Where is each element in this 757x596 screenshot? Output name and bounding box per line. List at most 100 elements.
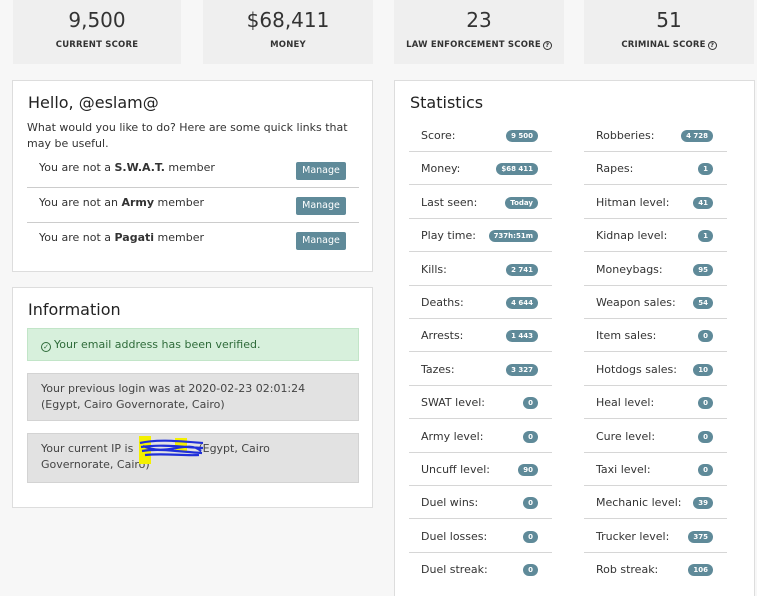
stat-label: Score: bbox=[421, 129, 456, 142]
membership-row-army: You are not an Army member Manage bbox=[27, 189, 359, 223]
money-label: MONEY bbox=[270, 40, 306, 50]
stat-label: Trucker level: bbox=[596, 529, 670, 543]
stat-label: Money: bbox=[421, 162, 461, 176]
help-icon[interactable]: ? bbox=[707, 41, 717, 50]
stat-value-badge: Today bbox=[505, 196, 538, 209]
stat-value-badge: 0 bbox=[523, 564, 538, 577]
stat-value-badge: 95 bbox=[693, 263, 713, 276]
stat-label: Weapon sales: bbox=[596, 296, 676, 309]
information-title: Information bbox=[28, 300, 121, 319]
membership-text: You are not a Pagati member bbox=[39, 231, 204, 244]
stat-label: Arrests: bbox=[421, 329, 464, 343]
stat-label: Mechanic level: bbox=[596, 496, 682, 510]
stat-value-badge: 41 bbox=[693, 196, 713, 209]
email-verified-alert: ✓ Your email address has been verified. bbox=[27, 328, 359, 361]
stat-card-law-enforcement-score: 23 LAW ENFORCEMENT SCORE? bbox=[394, 0, 564, 64]
stat-label: Taxi level: bbox=[596, 463, 651, 476]
stat-row: Hitman level: 41 bbox=[584, 186, 727, 219]
stat-value-badge: 1 bbox=[698, 230, 713, 243]
stat-row: Duel wins: 0 bbox=[409, 486, 552, 520]
stat-row: Moneybags: 95 bbox=[584, 253, 727, 286]
greeting-intro: What would you like to do? Here are some… bbox=[27, 121, 348, 150]
stat-value-badge: 106 bbox=[688, 564, 713, 577]
stat-row: Uncuff level: 90 bbox=[409, 453, 552, 486]
stat-label: Army level: bbox=[421, 429, 484, 443]
membership-row-swat: You are not a S.W.A.T. member Manage bbox=[27, 154, 359, 188]
check-circle-icon: ✓ bbox=[41, 342, 51, 352]
stat-value-badge: 0 bbox=[698, 430, 713, 443]
stat-row: Play time: 737h:51m bbox=[409, 219, 552, 253]
stat-row: Taxi level: 0 bbox=[584, 453, 727, 486]
stat-value-badge: 0 bbox=[523, 497, 538, 510]
previous-login-alert: Your previous login was at 2020-02-23 02… bbox=[27, 373, 359, 421]
stat-label: Hotdogs sales: bbox=[596, 362, 677, 376]
statistics-panel: Statistics Score: 9 500 Money: $68 411 Last … bbox=[394, 80, 755, 596]
stat-row: Cure level: 0 bbox=[584, 420, 727, 453]
stat-row: Money: $68 411 bbox=[409, 152, 552, 186]
greeting-panel: Hello, @eslam@ What would you like to do… bbox=[12, 80, 373, 272]
information-panel: Information ✓ Your email address has been… bbox=[12, 287, 373, 508]
stat-label: Last seen: bbox=[421, 195, 478, 209]
stat-row: Robberies: 4 728 bbox=[584, 119, 727, 152]
stat-value-badge: 2 741 bbox=[506, 263, 538, 276]
stat-card-money: $68,411 MONEY bbox=[203, 0, 373, 64]
stat-card-current-score: 9,500 CURRENT SCORE bbox=[13, 0, 181, 64]
stat-row: Arrests: 1 443 bbox=[409, 319, 552, 353]
current-score-value: 9,500 bbox=[68, 8, 126, 32]
stat-row: Duel streak: 0 bbox=[409, 553, 552, 586]
current-score-label: CURRENT SCORE bbox=[55, 40, 139, 50]
stat-row: Army level: 0 bbox=[409, 420, 552, 453]
stat-row: Weapon sales: 54 bbox=[584, 286, 727, 319]
stat-label: Tazes: bbox=[421, 362, 455, 376]
stat-label: Cure level: bbox=[596, 429, 656, 443]
statistics-title: Statistics bbox=[410, 93, 484, 112]
stat-value-badge: 39 bbox=[693, 497, 713, 510]
stat-value-badge: 10 bbox=[693, 363, 713, 376]
manage-army-button[interactable]: Manage bbox=[296, 197, 346, 215]
stat-value-badge: 0 bbox=[523, 430, 538, 443]
stat-value-badge: 375 bbox=[688, 530, 713, 543]
law-enforcement-score-label: LAW ENFORCEMENT SCORE? bbox=[394, 40, 564, 50]
stat-label: Duel losses: bbox=[421, 529, 488, 543]
stat-row: Deaths: 4 644 bbox=[409, 286, 552, 319]
stat-value-badge: 9 500 bbox=[506, 130, 538, 142]
redaction-scribble bbox=[139, 436, 204, 464]
stat-label: Rapes: bbox=[596, 162, 634, 176]
membership-text: You are not an Army member bbox=[39, 196, 205, 209]
stat-value-badge: 0 bbox=[523, 397, 538, 410]
stat-value-badge: 0 bbox=[698, 330, 713, 343]
stat-row: Last seen: Today bbox=[409, 186, 552, 219]
help-icon[interactable]: ? bbox=[542, 41, 552, 50]
stat-value-badge: 3 327 bbox=[506, 363, 538, 376]
stat-value-badge: 0 bbox=[698, 464, 713, 476]
stat-label: SWAT level: bbox=[421, 396, 486, 410]
stat-row: Score: 9 500 bbox=[409, 119, 552, 152]
stat-label: Kidnap level: bbox=[596, 229, 668, 243]
stat-row: Item sales: 0 bbox=[584, 319, 727, 353]
membership-text: You are not a S.W.A.T. member bbox=[39, 161, 215, 174]
stat-label: Deaths: bbox=[421, 296, 464, 309]
stat-row: Rapes: 1 bbox=[584, 152, 727, 186]
money-value: $68,411 bbox=[246, 8, 330, 32]
stat-row: Heal level: 0 bbox=[584, 386, 727, 420]
stat-label: Item sales: bbox=[596, 329, 657, 343]
law-enforcement-score-value: 23 bbox=[466, 8, 492, 32]
membership-row-pagati: You are not a Pagati member Manage bbox=[27, 224, 359, 258]
criminal-score-value: 51 bbox=[656, 8, 682, 32]
stat-value-badge: $68 411 bbox=[496, 163, 538, 176]
stat-label: Kills: bbox=[421, 262, 447, 276]
stat-label: Uncuff level: bbox=[421, 463, 490, 476]
stat-label: Moneybags: bbox=[596, 262, 663, 276]
stat-row: Trucker level: 375 bbox=[584, 520, 727, 553]
stat-row: Mechanic level: 39 bbox=[584, 486, 727, 520]
stat-value-badge: 4 644 bbox=[506, 297, 538, 309]
stat-value-badge: 90 bbox=[518, 464, 538, 476]
stat-value-badge: 1 bbox=[698, 163, 713, 176]
manage-pagati-button[interactable]: Manage bbox=[296, 232, 346, 250]
stat-value-badge: 0 bbox=[698, 397, 713, 410]
stat-value-badge: 0 bbox=[523, 530, 538, 543]
manage-swat-button[interactable]: Manage bbox=[296, 162, 346, 180]
criminal-score-label: CRIMINAL SCORE? bbox=[584, 40, 754, 50]
stat-card-criminal-score: 51 CRIMINAL SCORE? bbox=[584, 0, 754, 64]
stat-label: Duel wins: bbox=[421, 496, 479, 510]
